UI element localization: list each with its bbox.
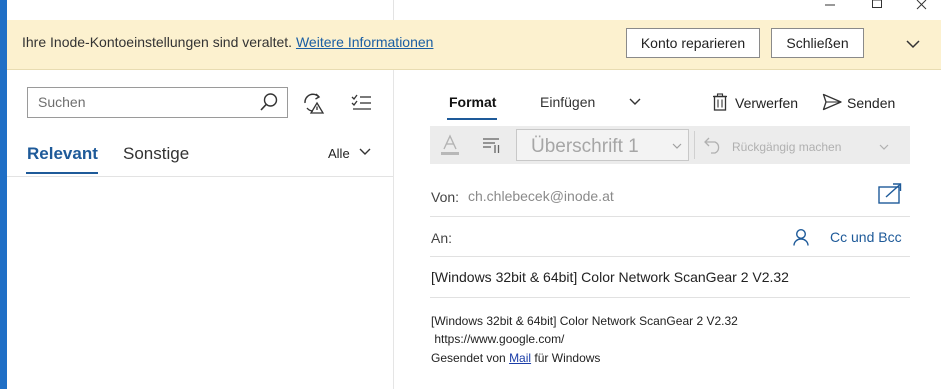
font-color-icon [441, 134, 459, 155]
trash-icon [713, 93, 727, 111]
to-row-divider [430, 256, 910, 257]
from-address[interactable]: ch.chlebecek@inode.at [468, 188, 614, 204]
popout-button[interactable] [878, 183, 902, 205]
paragraph-format-button[interactable] [480, 134, 502, 156]
minimize-icon [825, 4, 835, 6]
chevron-down-icon [629, 98, 641, 105]
undo-dropdown-toggle[interactable] [878, 140, 890, 152]
signature-prefix: Gesendet von [431, 351, 510, 365]
banner-message: Ihre Inode-Kontoeinstellungen sind veral… [22, 34, 433, 50]
banner-message-text: Ihre Inode-Kontoeinstellungen sind veral… [22, 34, 293, 50]
maximize-icon [872, 0, 882, 8]
dismiss-banner-button[interactable]: Schließen [771, 28, 864, 58]
signature-suffix: für Windows [531, 351, 601, 365]
minimize-button[interactable] [807, 0, 853, 14]
paragraph-style-value: Überschrift 1 [531, 136, 639, 157]
chevron-down-icon [906, 40, 920, 49]
paragraph-style-toggle[interactable] [671, 139, 683, 151]
banner-expand-button[interactable] [903, 34, 923, 54]
to-field[interactable] [468, 222, 778, 252]
send-button-icon[interactable] [822, 93, 842, 111]
app-accent-strip [0, 0, 7, 389]
mail-app-link[interactable]: Mail [509, 351, 531, 365]
close-icon [916, 0, 927, 10]
pane-divider [393, 70, 394, 389]
to-label: An: [431, 230, 453, 246]
tab-format[interactable]: Format [449, 94, 496, 110]
font-color-button[interactable] [439, 134, 461, 156]
more-info-link[interactable]: Weitere Informationen [296, 34, 433, 50]
tab-einfuegen[interactable]: Einfügen [540, 94, 595, 110]
cc-bcc-button[interactable]: Cc und Bcc [830, 229, 902, 245]
undo-button[interactable]: Rückgängig machen [732, 140, 841, 154]
send-button[interactable]: Senden [847, 95, 895, 111]
chevron-down-icon [879, 144, 889, 150]
sync-button[interactable] [301, 91, 325, 115]
filter-dropdown-toggle[interactable] [357, 144, 373, 160]
ribbon-more-button[interactable] [627, 94, 643, 110]
paragraph-format-icon [483, 138, 500, 153]
body-line: [Windows 32bit & 64bit] Color Network Sc… [431, 314, 738, 328]
search-placeholder: Suchen [38, 94, 86, 110]
subject-field[interactable]: [Windows 32bit & 64bit] Color Network Sc… [431, 269, 789, 285]
from-row-divider [430, 216, 910, 217]
chevron-down-icon [359, 148, 371, 155]
active-ribbon-tab-indicator [447, 118, 497, 120]
send-icon [822, 93, 842, 111]
sync-warning-icon [304, 93, 325, 114]
contacts-button[interactable] [792, 228, 810, 246]
undo-icon [704, 137, 720, 154]
from-label: Von: [431, 189, 460, 205]
maximize-button[interactable] [854, 0, 900, 14]
popout-icon [878, 183, 902, 204]
list-header-divider [7, 176, 393, 177]
subject-row-divider [430, 297, 910, 298]
search-button[interactable] [258, 91, 280, 113]
person-icon [793, 228, 809, 246]
title-bar-divider [393, 0, 394, 20]
title-bar-left [7, 0, 394, 20]
discard-button[interactable]: Verwerfen [735, 95, 798, 111]
filter-dropdown[interactable]: Alle [328, 146, 350, 161]
repair-account-button[interactable]: Konto reparieren [626, 28, 760, 58]
body-signature: Gesendet von Mail für Windows [431, 351, 600, 365]
body-url-line: https://www.google.com/ [431, 332, 565, 346]
checklist-icon [351, 94, 371, 110]
chevron-down-icon [672, 143, 682, 149]
close-window-button[interactable] [899, 0, 941, 14]
tab-relevant[interactable]: Relevant [27, 144, 98, 164]
selection-mode-button[interactable] [350, 91, 374, 115]
discard-button-icon[interactable] [711, 93, 729, 111]
search-icon [260, 93, 278, 111]
tab-sonstige[interactable]: Sonstige [123, 144, 189, 164]
active-tab-indicator [26, 172, 98, 174]
undo-button-icon[interactable] [703, 136, 723, 154]
toolbar-divider [694, 131, 695, 159]
